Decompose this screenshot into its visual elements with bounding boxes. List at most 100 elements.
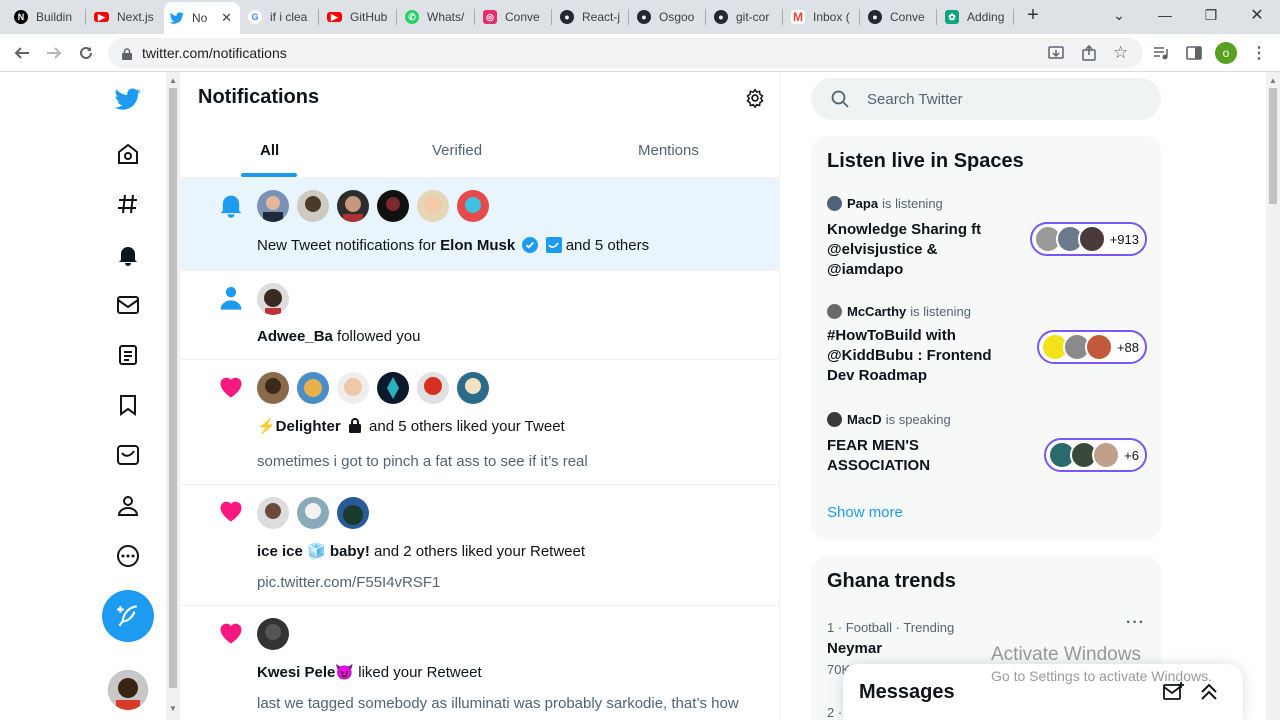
user-name[interactable]: Adwee_Ba [257, 328, 333, 345]
avatar[interactable] [337, 372, 369, 404]
twitter-logo-icon[interactable] [113, 84, 143, 114]
trend-item[interactable]: 2 · [827, 705, 842, 720]
browser-tab[interactable]: ✆ Whats/ [399, 4, 473, 30]
avatar[interactable] [417, 190, 449, 222]
avatar[interactable] [337, 497, 369, 529]
install-icon[interactable] [1048, 45, 1064, 64]
notification-item[interactable]: Kwesi Pele😈 liked your Retweet last we t… [180, 606, 779, 720]
browser-tab-active[interactable]: No ✕ [164, 2, 240, 34]
user-name[interactable]: ⚡Delighter [257, 418, 341, 435]
compose-tweet-button[interactable] [102, 590, 154, 642]
user-name[interactable]: Elon Musk [440, 237, 515, 254]
github-icon: ● [714, 10, 728, 24]
avatar[interactable] [257, 618, 289, 650]
home-icon[interactable] [113, 139, 143, 169]
lock-icon [348, 418, 361, 437]
notification-item[interactable]: ice ice 🧊 baby! and 2 others liked your … [180, 485, 779, 606]
maximize-icon[interactable]: ❐ [1188, 0, 1234, 30]
spaces-title: Listen live in Spaces [827, 150, 1024, 172]
more-options-icon[interactable]: ··· [1126, 614, 1145, 632]
browser-tab[interactable]: ● git-cor [708, 4, 782, 30]
left-scrollbar[interactable]: ▲ ▼ [166, 72, 180, 720]
browser-tab[interactable]: ● Conve [862, 4, 936, 30]
avatar[interactable] [297, 497, 329, 529]
avatar[interactable] [457, 190, 489, 222]
active-tab-indicator [241, 173, 297, 177]
github-icon: ● [868, 10, 882, 24]
avatar[interactable] [297, 372, 329, 404]
avatar[interactable] [417, 372, 449, 404]
avatar[interactable] [257, 372, 289, 404]
notification-item[interactable]: ⚡Delighter and 5 others liked your Tweet… [180, 360, 779, 485]
share-icon[interactable] [1081, 44, 1097, 64]
reload-icon[interactable] [75, 42, 97, 64]
tweet-excerpt[interactable]: last we tagged somebody as illuminati wa… [257, 695, 739, 712]
browser-menu-icon[interactable]: ⋮ [1248, 42, 1270, 64]
avatar[interactable] [337, 190, 369, 222]
show-more-link[interactable]: Show more [827, 504, 903, 521]
tab-search-icon[interactable]: ⌄ [1096, 0, 1142, 30]
avatar[interactable] [257, 283, 289, 315]
space-item[interactable]: McCarthy is listening #HowToBuild with @K… [827, 304, 1147, 386]
browser-tab[interactable]: ● React-j [554, 4, 628, 30]
explore-hashtag-icon[interactable] [113, 189, 143, 219]
media-icon[interactable] [1150, 42, 1172, 64]
url-field[interactable]: twitter.com/notifications ☆ [108, 38, 1143, 68]
settings-gear-icon[interactable] [745, 88, 765, 109]
minimize-icon[interactable]: — [1142, 0, 1188, 30]
space-listeners-pill[interactable]: +913 [1029, 222, 1147, 256]
space-listeners-pill[interactable]: +6 [1044, 438, 1147, 472]
chatgpt-icon: ✿ [945, 10, 959, 24]
github-icon: ● [637, 10, 651, 24]
close-window-icon[interactable]: ✕ [1234, 0, 1280, 30]
tweet-excerpt[interactable]: pic.twitter.com/F55I4vRSF1 [257, 574, 440, 591]
notifications-bell-icon[interactable] [113, 240, 143, 270]
messages-mail-icon[interactable] [113, 290, 143, 320]
page-scrollbar[interactable]: ▲ [1266, 72, 1280, 720]
avatar[interactable] [377, 190, 409, 222]
notification-item[interactable]: Adwee_Ba followed you [180, 271, 779, 360]
browser-tab[interactable]: ▶ GitHub [321, 4, 395, 30]
expand-up-icon[interactable] [1199, 682, 1219, 707]
space-item[interactable]: Papa is listening Knowledge Sharing ft @e… [827, 196, 1147, 280]
browser-tab[interactable]: M Inbox ( [785, 4, 859, 30]
account-avatar[interactable] [108, 670, 148, 710]
github-icon: ● [560, 10, 574, 24]
notification-item[interactable]: New Tweet notifications for Elon Musk an… [180, 178, 779, 271]
browser-tab[interactable]: N Buildin [8, 4, 82, 30]
tab-verified[interactable]: Verified [432, 142, 482, 159]
user-name[interactable]: ice ice 🧊 baby! [257, 543, 370, 560]
tab-mentions[interactable]: Mentions [638, 142, 699, 159]
search-input[interactable]: Search Twitter [811, 78, 1161, 120]
avatar[interactable] [377, 372, 409, 404]
space-item[interactable]: MacD is speaking FEAR MEN'S ASSOCIATION +… [827, 412, 1147, 476]
bookmark-star-icon[interactable]: ☆ [1113, 43, 1128, 63]
tab-all[interactable]: All [260, 142, 279, 159]
tweet-excerpt[interactable]: sometimes i got to pinch a fat ass to se… [257, 453, 588, 470]
browser-tab[interactable]: ● Osgoo [631, 4, 705, 30]
browser-tab[interactable]: ◎ Conve [477, 4, 551, 30]
avatar[interactable] [297, 190, 329, 222]
space-listeners-pill[interactable]: +88 [1036, 330, 1147, 364]
more-icon[interactable] [113, 541, 143, 571]
browser-tab[interactable]: ▶ Next.js [88, 4, 162, 30]
user-name[interactable]: Kwesi Pele😈 [257, 664, 354, 681]
avatar[interactable] [257, 190, 289, 222]
new-message-icon[interactable] [1163, 682, 1185, 707]
feather-plus-icon [117, 605, 137, 627]
profile-avatar[interactable]: o [1215, 42, 1237, 64]
bookmarks-icon[interactable] [113, 390, 143, 420]
lists-icon[interactable] [113, 340, 143, 370]
twitter-blue-icon[interactable] [113, 440, 143, 470]
profile-icon[interactable] [113, 491, 143, 521]
avatar[interactable] [457, 372, 489, 404]
browser-tab-bar: N Buildin ▶ Next.js No ✕ G if i clea ▶ G… [0, 0, 1280, 34]
forward-icon[interactable] [43, 42, 65, 64]
new-tab-icon[interactable]: + [1010, 0, 1056, 30]
close-tab-icon[interactable]: ✕ [221, 10, 232, 26]
browser-tab[interactable]: ✿ Adding [939, 4, 1013, 30]
browser-tab[interactable]: G if i clea [242, 4, 316, 30]
side-panel-icon[interactable] [1183, 42, 1205, 64]
avatar[interactable] [257, 497, 289, 529]
back-icon[interactable] [11, 42, 33, 64]
